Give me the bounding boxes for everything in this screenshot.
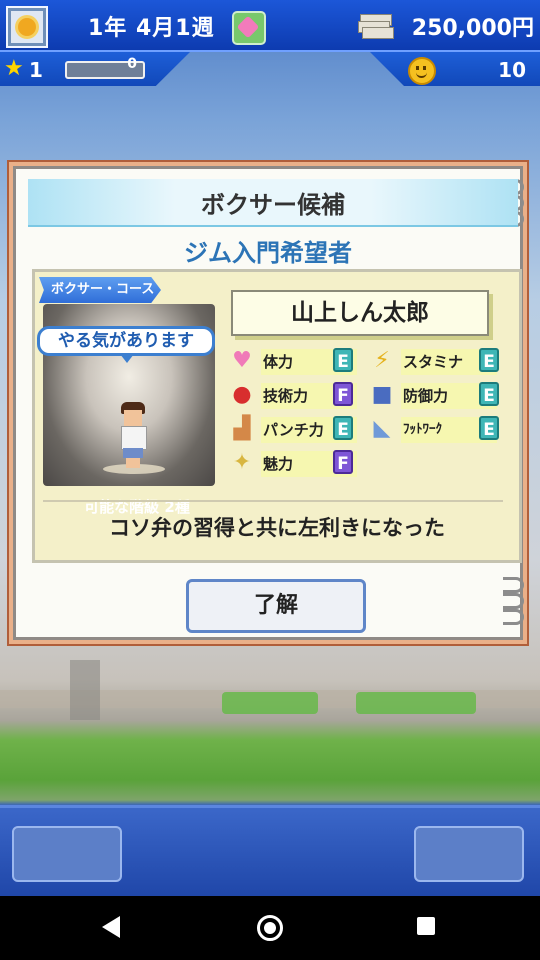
date-label: 1年 4月1週 bbox=[88, 16, 215, 41]
android-nav-bar bbox=[0, 896, 540, 960]
stat-grade: F bbox=[333, 450, 353, 474]
star-count: 1 bbox=[29, 58, 43, 82]
recent-apps-icon[interactable] bbox=[417, 917, 435, 935]
rank-panel: ★ 1 0 bbox=[0, 52, 190, 86]
experience-bar: 0 bbox=[65, 56, 145, 79]
course-tag: ボクサー・コース bbox=[39, 277, 161, 303]
stat-grade: E bbox=[479, 416, 499, 440]
calendar-icon[interactable] bbox=[6, 6, 48, 48]
stat-grade: E bbox=[479, 348, 499, 372]
ok-button[interactable]: 了解 bbox=[186, 579, 366, 633]
money-amount: 250,000円 bbox=[411, 16, 534, 41]
trait-description: コソ弁の習得と共に左利きになった bbox=[109, 516, 445, 540]
stat-charm: ✦ 魅力 F bbox=[227, 448, 359, 477]
background-hedge bbox=[356, 692, 476, 714]
shirt-icon: ■ bbox=[371, 381, 393, 407]
heart-icon: ♥ bbox=[232, 347, 252, 373]
binder-ring bbox=[503, 577, 524, 593]
stat-stamina: ⚡ スタミナ E bbox=[367, 346, 501, 375]
background-hedge bbox=[222, 692, 318, 714]
bottom-right-button[interactable] bbox=[414, 826, 524, 882]
bottom-menu-bar bbox=[0, 805, 540, 898]
stat-grade: E bbox=[333, 416, 353, 440]
arm-icon: ▟ bbox=[233, 415, 251, 441]
back-icon[interactable] bbox=[102, 916, 120, 938]
fans-panel: 10 bbox=[370, 52, 540, 86]
home-icon[interactable] bbox=[257, 915, 283, 941]
stat-stamina-hp: ♥ 体力 E bbox=[227, 346, 359, 375]
stat-defense: ■ 防御力 E bbox=[367, 380, 501, 409]
stat-grade: E bbox=[479, 382, 499, 406]
star-icon: ★ bbox=[4, 56, 24, 81]
stat-footwork: ◣ ﾌｯﾄﾜｰｸ E bbox=[367, 414, 501, 443]
divider bbox=[43, 500, 503, 502]
boxer-sprite bbox=[103, 402, 165, 474]
binder-ring bbox=[503, 609, 524, 625]
sparkle-icon: ✦ bbox=[232, 449, 252, 475]
experience-value: 0 bbox=[127, 56, 137, 72]
binder-ring bbox=[503, 593, 524, 609]
stat-technique: ● 技術力 F bbox=[227, 380, 359, 409]
title-band: ボクサー候補 bbox=[28, 179, 518, 227]
smiley-icon bbox=[408, 57, 436, 85]
candidate-card: 可能な階級 2種 ボクサー・コース やる気があります 山上しん太郎 ♥ 体力 E… bbox=[32, 269, 522, 563]
bottom-left-button[interactable] bbox=[12, 826, 122, 882]
stat-grade: F bbox=[333, 382, 353, 406]
dialog-subtitle: ジム入門希望者 bbox=[184, 239, 352, 267]
candidate-name: 山上しん太郎 bbox=[231, 290, 489, 336]
speech-bubble: やる気があります bbox=[37, 326, 215, 363]
shoe-icon: ◣ bbox=[373, 415, 391, 441]
dialog-paper: ボクサー候補 ジム入門希望者 可能な階級 2種 ボクサー・コース やる気がありま… bbox=[13, 166, 524, 640]
candidate-dialog: ボクサー候補 ジム入門希望者 可能な階級 2種 ボクサー・コース やる気がありま… bbox=[7, 160, 529, 646]
sub-status-bar: ★ 1 0 10 bbox=[0, 52, 540, 88]
background-post bbox=[70, 660, 100, 720]
dialog-title: ボクサー候補 bbox=[201, 191, 345, 219]
gem-icon bbox=[232, 11, 266, 45]
lightning-icon: ⚡ bbox=[374, 347, 390, 373]
top-status-bar: 1年 4月1週 250,000円 bbox=[0, 0, 540, 52]
fans-count: 10 bbox=[498, 58, 526, 82]
stat-grade: E bbox=[333, 348, 353, 372]
boxing-glove-icon: ● bbox=[232, 381, 252, 407]
stat-punch: ▟ パンチ力 E bbox=[227, 414, 359, 443]
cash-stack-icon bbox=[356, 12, 396, 39]
